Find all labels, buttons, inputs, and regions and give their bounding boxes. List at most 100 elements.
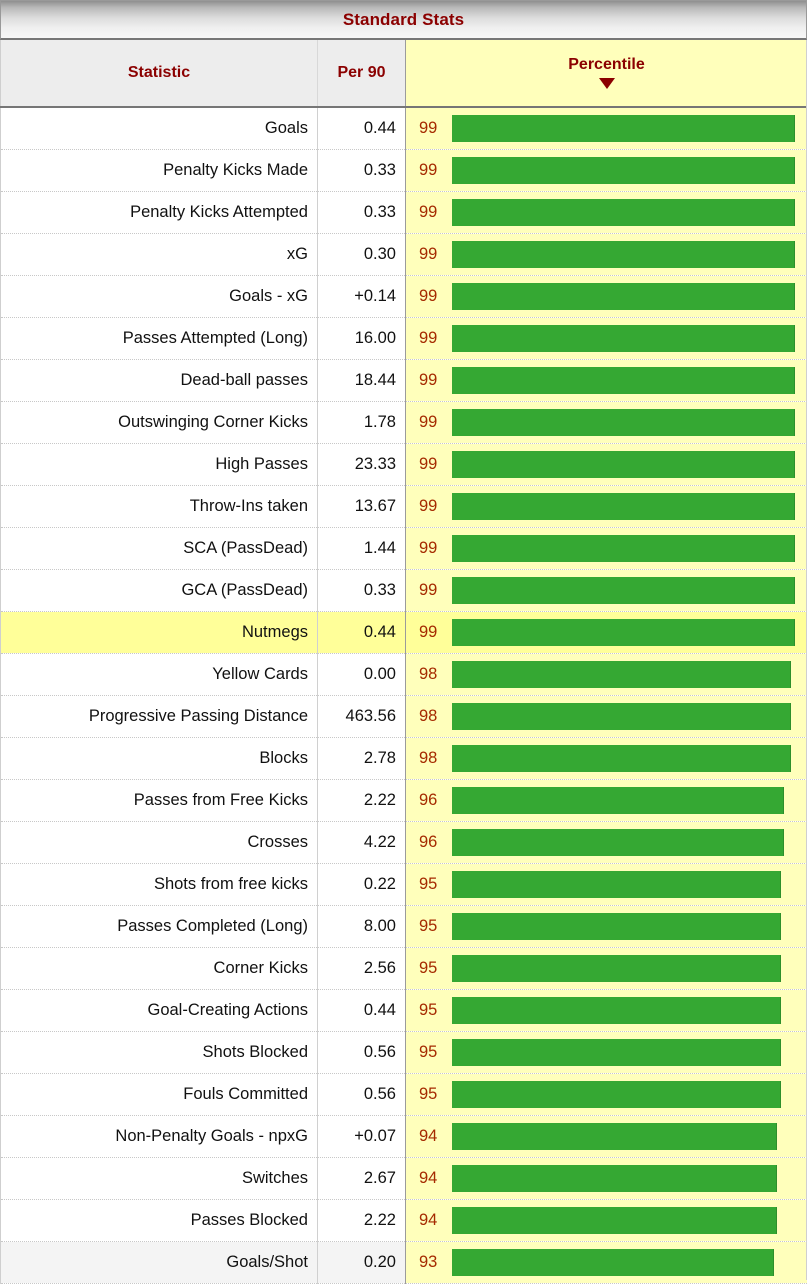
percentile-value: 95 bbox=[406, 1043, 452, 1062]
table-row[interactable]: Penalty Kicks Made0.3399 bbox=[1, 150, 807, 192]
table-row[interactable]: Outswinging Corner Kicks1.7899 bbox=[1, 402, 807, 444]
cell-statistic: Fouls Committed bbox=[1, 1074, 318, 1116]
cell-per90: 0.00 bbox=[318, 654, 406, 696]
cell-statistic: Blocks bbox=[1, 738, 318, 780]
cell-statistic: Penalty Kicks Attempted bbox=[1, 192, 318, 234]
table-row[interactable]: Goals - xG+0.1499 bbox=[1, 276, 807, 318]
percentile-value: 99 bbox=[406, 539, 452, 558]
percentile-value: 99 bbox=[406, 455, 452, 474]
table-caption: Standard Stats bbox=[0, 0, 807, 40]
percentile-value: 99 bbox=[406, 581, 452, 600]
table-row[interactable]: Passes Completed (Long)8.0095 bbox=[1, 906, 807, 948]
table-row[interactable]: Goal-Creating Actions0.4495 bbox=[1, 990, 807, 1032]
table-row[interactable]: Shots Blocked0.5695 bbox=[1, 1032, 807, 1074]
percentile-bar-track bbox=[452, 234, 807, 275]
cell-statistic: Yellow Cards bbox=[1, 654, 318, 696]
table-row[interactable]: Yellow Cards0.0098 bbox=[1, 654, 807, 696]
table-row[interactable]: SCA (PassDead)1.4499 bbox=[1, 528, 807, 570]
percentile-bar bbox=[452, 619, 795, 646]
percentile-bar-track bbox=[452, 444, 807, 485]
table-row[interactable]: Blocks2.7898 bbox=[1, 738, 807, 780]
percentile-bar-track bbox=[452, 780, 807, 821]
percentile-bar-track bbox=[452, 948, 807, 989]
cell-percentile: 93 bbox=[406, 1242, 807, 1284]
percentile-value: 95 bbox=[406, 1085, 452, 1104]
sort-descending-icon bbox=[599, 78, 615, 89]
percentile-value: 95 bbox=[406, 875, 452, 894]
percentile-bar-track bbox=[452, 738, 807, 779]
cell-statistic: Dead-ball passes bbox=[1, 360, 318, 402]
percentile-value: 99 bbox=[406, 119, 452, 138]
table-row[interactable]: Non-Penalty Goals - npxG+0.0794 bbox=[1, 1116, 807, 1158]
cell-per90: 0.56 bbox=[318, 1032, 406, 1074]
percentile-bar bbox=[452, 409, 795, 436]
percentile-bar bbox=[452, 1039, 781, 1066]
table-row[interactable]: Corner Kicks2.5695 bbox=[1, 948, 807, 990]
percentile-bar-track bbox=[452, 108, 807, 149]
percentile-bar bbox=[452, 577, 795, 604]
table-row[interactable]: High Passes23.3399 bbox=[1, 444, 807, 486]
table-row[interactable]: Goals0.4499 bbox=[1, 107, 807, 150]
percentile-bar-track bbox=[452, 276, 807, 317]
table-row[interactable]: Dead-ball passes18.4499 bbox=[1, 360, 807, 402]
percentile-bar-track bbox=[452, 318, 807, 359]
percentile-bar bbox=[452, 955, 781, 982]
cell-statistic: Goals/Shot bbox=[1, 1242, 318, 1284]
cell-percentile: 99 bbox=[406, 360, 807, 402]
table-row[interactable]: Fouls Committed0.5695 bbox=[1, 1074, 807, 1116]
cell-per90: 4.22 bbox=[318, 822, 406, 864]
cell-per90: 0.33 bbox=[318, 192, 406, 234]
cell-percentile: 96 bbox=[406, 780, 807, 822]
cell-statistic: Goals bbox=[1, 107, 318, 150]
cell-statistic: Goals - xG bbox=[1, 276, 318, 318]
table-row[interactable]: Goals/Shot0.2093 bbox=[1, 1242, 807, 1284]
column-header-percentile-label: Percentile bbox=[568, 57, 644, 73]
cell-per90: 463.56 bbox=[318, 696, 406, 738]
table-row[interactable]: Passes Blocked2.2294 bbox=[1, 1200, 807, 1242]
table-row[interactable]: Progressive Passing Distance463.5698 bbox=[1, 696, 807, 738]
column-header-per90[interactable]: Per 90 bbox=[318, 40, 406, 107]
percentile-bar-track bbox=[452, 150, 807, 191]
percentile-bar bbox=[452, 325, 795, 352]
cell-per90: 0.30 bbox=[318, 234, 406, 276]
column-header-statistic[interactable]: Statistic bbox=[1, 40, 318, 107]
percentile-bar-track bbox=[452, 822, 807, 863]
table-row[interactable]: Shots from free kicks0.2295 bbox=[1, 864, 807, 906]
percentile-value: 99 bbox=[406, 413, 452, 432]
percentile-bar bbox=[452, 199, 795, 226]
cell-statistic: xG bbox=[1, 234, 318, 276]
percentile-value: 93 bbox=[406, 1253, 452, 1272]
cell-percentile: 99 bbox=[406, 402, 807, 444]
cell-statistic: Throw-Ins taken bbox=[1, 486, 318, 528]
table-row[interactable]: Switches2.6794 bbox=[1, 1158, 807, 1200]
table-row[interactable]: xG0.3099 bbox=[1, 234, 807, 276]
table-row[interactable]: Penalty Kicks Attempted0.3399 bbox=[1, 192, 807, 234]
standard-stats-panel: Standard Stats Statistic Per 90 Percenti… bbox=[0, 0, 807, 1280]
cell-statistic: Penalty Kicks Made bbox=[1, 150, 318, 192]
cell-per90: 0.33 bbox=[318, 570, 406, 612]
percentile-bar-track bbox=[452, 1158, 807, 1199]
percentile-value: 99 bbox=[406, 245, 452, 264]
percentile-value: 98 bbox=[406, 749, 452, 768]
cell-statistic: SCA (PassDead) bbox=[1, 528, 318, 570]
cell-percentile: 94 bbox=[406, 1116, 807, 1158]
column-header-percentile[interactable]: Percentile bbox=[406, 40, 807, 107]
percentile-bar bbox=[452, 787, 784, 814]
cell-per90: 18.44 bbox=[318, 360, 406, 402]
cell-per90: 8.00 bbox=[318, 906, 406, 948]
percentile-bar bbox=[452, 871, 781, 898]
table-title: Standard Stats bbox=[343, 10, 464, 30]
table-row[interactable]: Crosses4.2296 bbox=[1, 822, 807, 864]
percentile-bar-track bbox=[452, 864, 807, 905]
table-row[interactable]: Nutmegs0.4499 bbox=[1, 612, 807, 654]
cell-statistic: High Passes bbox=[1, 444, 318, 486]
table-row[interactable]: Passes from Free Kicks2.2296 bbox=[1, 780, 807, 822]
percentile-value: 94 bbox=[406, 1127, 452, 1146]
table-row[interactable]: Passes Attempted (Long)16.0099 bbox=[1, 318, 807, 360]
table-row[interactable]: Throw-Ins taken13.6799 bbox=[1, 486, 807, 528]
percentile-value: 94 bbox=[406, 1211, 452, 1230]
cell-per90: 23.33 bbox=[318, 444, 406, 486]
standard-stats-table: Statistic Per 90 Percentile Goals0.4499P… bbox=[0, 40, 807, 1284]
table-row[interactable]: GCA (PassDead)0.3399 bbox=[1, 570, 807, 612]
percentile-bar bbox=[452, 1165, 777, 1192]
